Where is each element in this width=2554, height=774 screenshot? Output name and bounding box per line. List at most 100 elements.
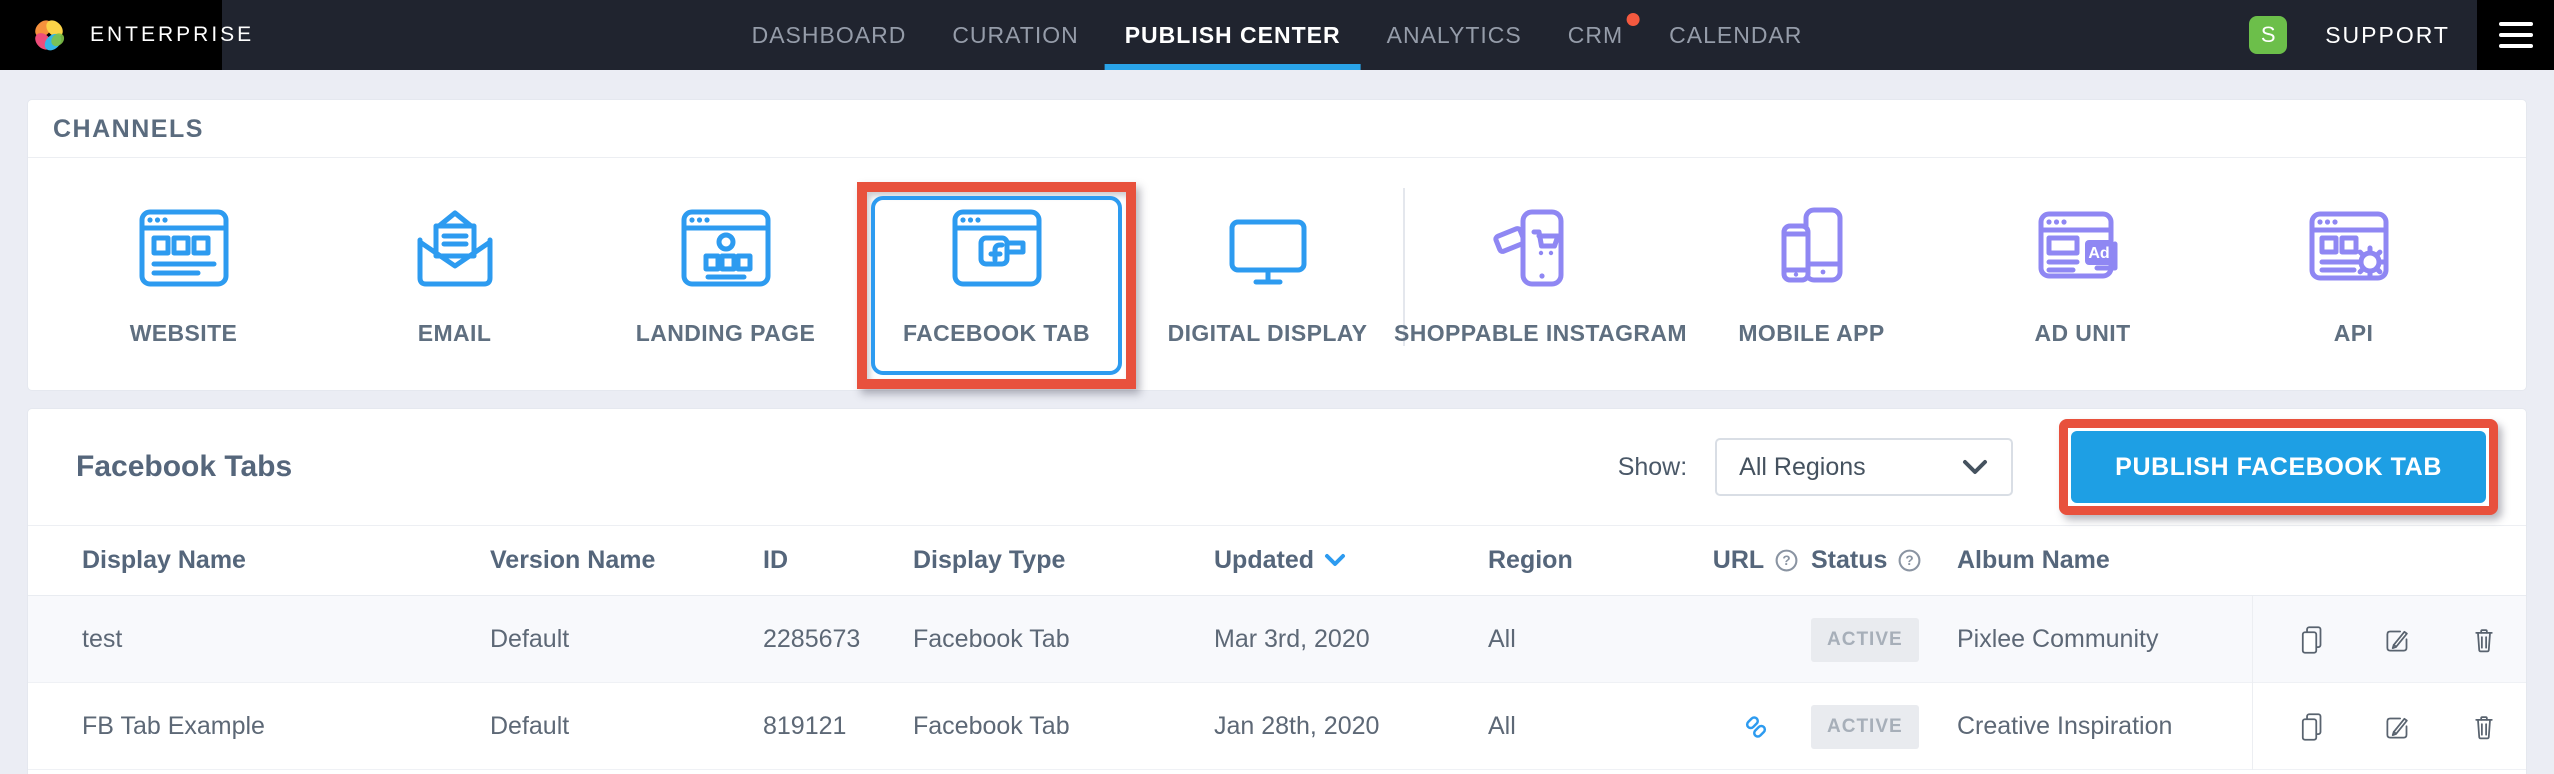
svg-text:?: ? bbox=[1783, 553, 1791, 568]
landing-page-icon bbox=[678, 202, 774, 294]
trash-icon bbox=[2467, 645, 2501, 660]
column-header-label: Display Name bbox=[82, 546, 246, 575]
channels-section-title: CHANNELS bbox=[28, 100, 2526, 158]
column-header-label: Status bbox=[1811, 546, 1887, 575]
cell-actions bbox=[2252, 683, 2526, 770]
edit-button[interactable] bbox=[2381, 710, 2415, 744]
channel-label: FACEBOOK TAB bbox=[903, 320, 1090, 347]
brand-name: ENTERPRISE bbox=[90, 23, 254, 47]
nav-item-label: ANALYTICS bbox=[1387, 22, 1522, 49]
edit-button[interactable] bbox=[2381, 623, 2415, 657]
channel-ad-unit[interactable]: AdAD UNIT bbox=[1947, 158, 2218, 391]
nav-item-analytics[interactable]: ANALYTICS bbox=[1387, 0, 1522, 70]
hamburger-menu-icon[interactable] bbox=[2477, 0, 2554, 70]
help-icon[interactable]: ? bbox=[1897, 548, 1922, 573]
cell-status: ACTIVE bbox=[1811, 618, 1957, 662]
nav-item-calendar[interactable]: CALENDAR bbox=[1669, 0, 1802, 70]
table-row: testDefault2285673Facebook TabMar 3rd, 2… bbox=[28, 596, 2526, 683]
nav-item-label: PUBLISH CENTER bbox=[1125, 22, 1341, 49]
main-nav: DASHBOARD CURATION PUBLISH CENTER ANALYTICS… bbox=[752, 0, 1803, 70]
cell-actions bbox=[2252, 596, 2526, 683]
table-header-row: Display Name Version Name ID Display Type Up… bbox=[28, 526, 2526, 596]
email-icon bbox=[407, 202, 503, 294]
svg-text:Ad: Ad bbox=[2088, 245, 2109, 262]
channel-label: API bbox=[2334, 320, 2374, 347]
channel-digital-display[interactable]: DIGITAL DISPLAY bbox=[1132, 158, 1403, 391]
publish-facebook-tab-button[interactable]: PUBLISH FACEBOOK TAB bbox=[2071, 431, 2486, 503]
cell-region: All bbox=[1488, 712, 1701, 741]
logo-block[interactable]: ENTERPRISE bbox=[0, 0, 222, 70]
channel-mobile-app[interactable]: MOBILE APP bbox=[1676, 158, 1947, 391]
website-icon bbox=[136, 202, 232, 294]
nav-item-dashboard[interactable]: DASHBOARD bbox=[752, 0, 907, 70]
cell-version_name: Default bbox=[490, 712, 763, 741]
cell-display_name: FB Tab Example bbox=[82, 712, 490, 741]
chevron-down-icon bbox=[1961, 457, 1989, 477]
column-header-updated[interactable]: Updated bbox=[1214, 546, 1488, 575]
column-header-display_name: Display Name bbox=[82, 546, 490, 575]
column-header-url: URL? bbox=[1701, 546, 1811, 575]
cell-updated: Jan 28th, 2020 bbox=[1214, 712, 1488, 741]
avatar[interactable]: S bbox=[2249, 16, 2287, 54]
channel-facebook-tab[interactable]: FACEBOOK TAB bbox=[861, 158, 1132, 391]
delete-button[interactable] bbox=[2467, 710, 2501, 744]
channel-email[interactable]: EMAIL bbox=[319, 158, 590, 391]
facebook-tab-icon bbox=[949, 202, 1045, 294]
shoppable-instagram-icon bbox=[1493, 202, 1589, 294]
svg-text:?: ? bbox=[1906, 553, 1914, 568]
duplicate-button[interactable] bbox=[2295, 710, 2329, 744]
nav-item-publish-center[interactable]: PUBLISH CENTER bbox=[1125, 0, 1341, 70]
channel-label: WEBSITE bbox=[130, 320, 238, 347]
channel-shoppable-instagram[interactable]: SHOPPABLE INSTAGRAM bbox=[1405, 158, 1676, 391]
column-header-label: ID bbox=[763, 546, 788, 575]
channel-landing-page[interactable]: LANDING PAGE bbox=[590, 158, 861, 391]
duplicate-icon bbox=[2295, 732, 2329, 747]
mobile-app-icon bbox=[1764, 202, 1860, 294]
url-link-icon[interactable] bbox=[1739, 710, 1773, 744]
column-header-status: Status? bbox=[1811, 546, 1957, 575]
nav-item-curation[interactable]: CURATION bbox=[952, 0, 1078, 70]
status-badge: ACTIVE bbox=[1811, 618, 1919, 662]
top-nav: ENTERPRISE DASHBOARD CURATION PUBLISH CENT… bbox=[0, 0, 2554, 70]
channel-label: LANDING PAGE bbox=[636, 320, 815, 347]
column-header-label: Version Name bbox=[490, 546, 655, 575]
column-header-label: Updated bbox=[1214, 546, 1314, 575]
nav-item-label: DASHBOARD bbox=[752, 22, 907, 49]
channels-card: CHANNELS WEBSITE EMAIL LANDING PAGE FACEBOO… bbox=[27, 99, 2527, 391]
support-link[interactable]: SUPPORT bbox=[2325, 22, 2450, 49]
cell-display_type: Facebook Tab bbox=[913, 712, 1214, 741]
nav-item-label: CALENDAR bbox=[1669, 22, 1802, 49]
channel-label: SHOPPABLE INSTAGRAM bbox=[1394, 320, 1687, 347]
cell-updated: Mar 3rd, 2020 bbox=[1214, 625, 1488, 654]
api-icon bbox=[2306, 202, 2402, 294]
channel-website[interactable]: WEBSITE bbox=[48, 158, 319, 391]
facebook-tabs-card: Facebook Tabs Show: All Regions PUBLISH … bbox=[27, 408, 2527, 774]
region-filter-select[interactable]: All Regions bbox=[1715, 438, 2013, 496]
delete-button[interactable] bbox=[2467, 623, 2501, 657]
help-icon[interactable]: ? bbox=[1774, 548, 1799, 573]
column-header-region: Region bbox=[1488, 546, 1701, 575]
nav-item-label: CRM bbox=[1568, 22, 1623, 49]
ad-unit-icon: Ad bbox=[2035, 202, 2131, 294]
cell-id: 2285673 bbox=[763, 625, 913, 654]
column-header-display_type: Display Type bbox=[913, 546, 1214, 575]
column-header-label: Region bbox=[1488, 546, 1573, 575]
column-header-label: Display Type bbox=[913, 546, 1065, 575]
edit-icon bbox=[2381, 645, 2415, 660]
cell-status: ACTIVE bbox=[1811, 705, 1957, 749]
digital-display-icon bbox=[1220, 202, 1316, 294]
duplicate-button[interactable] bbox=[2295, 623, 2329, 657]
nav-item-crm[interactable]: CRM bbox=[1568, 0, 1623, 70]
channel-label: MOBILE APP bbox=[1738, 320, 1884, 347]
table-toolbar: Facebook Tabs Show: All Regions PUBLISH … bbox=[28, 409, 2526, 526]
channel-api[interactable]: API bbox=[2218, 158, 2489, 391]
column-header-id: ID bbox=[763, 546, 913, 575]
cell-display_type: Facebook Tab bbox=[913, 625, 1214, 654]
cell-url bbox=[1701, 710, 1811, 744]
edit-icon bbox=[2381, 732, 2415, 747]
region-filter-value: All Regions bbox=[1739, 453, 1961, 482]
panel-title: Facebook Tabs bbox=[76, 450, 292, 484]
cell-version_name: Default bbox=[490, 625, 763, 654]
sort-desc-icon bbox=[1324, 552, 1346, 569]
show-label: Show: bbox=[1618, 453, 1687, 482]
